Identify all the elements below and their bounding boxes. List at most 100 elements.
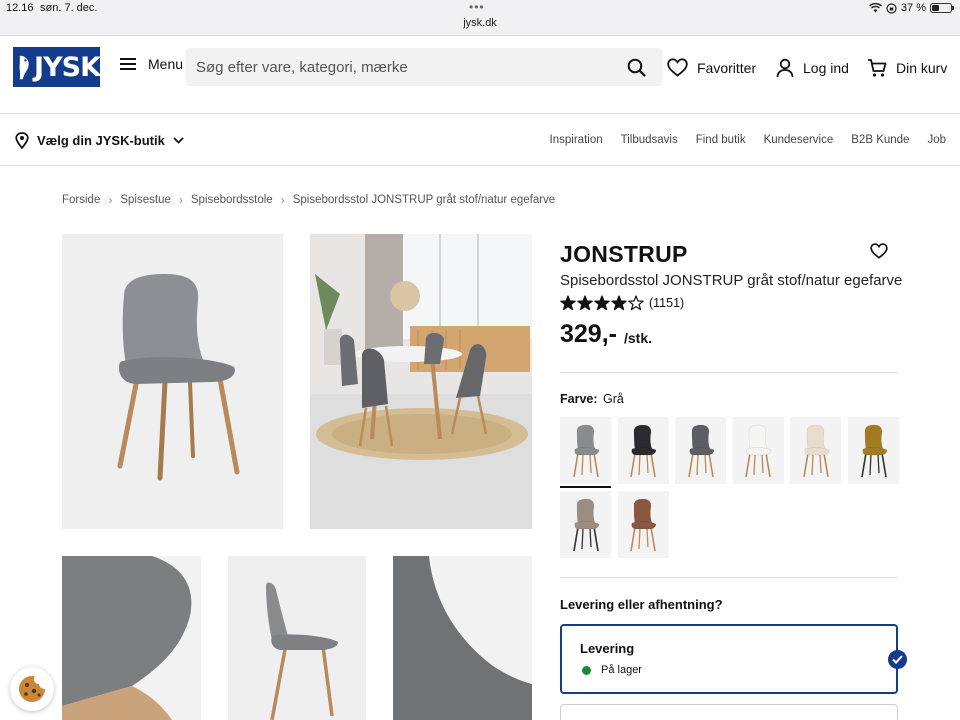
wifi-icon [869, 3, 882, 13]
chair-image [62, 234, 283, 529]
subnav-links: Inspiration Tilbudsavis Find butik Kunde… [550, 134, 946, 146]
product-image-side[interactable] [228, 556, 366, 720]
search-input[interactable] [196, 48, 616, 86]
location-pin-icon [15, 132, 29, 149]
battery-level [932, 5, 939, 11]
color-label: Farve: [560, 392, 598, 406]
color-swatch-taupe[interactable] [560, 491, 611, 558]
wishlist-heart-icon[interactable] [870, 243, 888, 259]
login-label: Log ind [803, 60, 849, 76]
stock-status-label: På lager [601, 664, 642, 676]
stock-status: På lager [582, 664, 642, 676]
user-icon [776, 58, 794, 78]
site-header: JYSK Menu Favoritter Log ind Din kurv [0, 36, 960, 114]
nav-link-b2b-kunde[interactable]: B2B Kunde [851, 134, 909, 146]
delivery-option-card[interactable]: Levering På lager [560, 624, 898, 694]
url-label[interactable]: jysk.dk [0, 17, 960, 29]
chevron-right-icon: › [178, 193, 183, 207]
chair-thumbnail [803, 424, 830, 477]
chair-thumbnail [687, 424, 714, 477]
delivery-question: Levering eller afhentning? [560, 597, 723, 612]
chair-thumbnail [572, 424, 599, 477]
divider [560, 577, 898, 578]
product-image-fabric-detail[interactable] [62, 556, 201, 720]
battery-percent: 37 % [900, 2, 926, 14]
status-indicators: 37 % [869, 2, 954, 14]
store-picker-label: Vælg din JYSK-butik [37, 133, 165, 148]
multitasking-dots-icon[interactable]: ••• [469, 0, 485, 14]
room-scene-image [310, 234, 532, 529]
orientation-lock-icon [886, 2, 897, 14]
status-time: 12.16 [6, 2, 34, 14]
color-selector-label: Farve: Grå [560, 392, 624, 406]
star-filled-icon [594, 295, 610, 311]
sub-navigation: Vælg din JYSK-butik Inspiration Tilbudsa… [0, 115, 960, 166]
color-swatch-creme[interactable] [790, 417, 842, 484]
search-bar[interactable] [186, 48, 662, 86]
product-image-room[interactable] [310, 234, 532, 529]
pickup-option-card[interactable] [560, 704, 898, 720]
chair-thumbnail [572, 498, 599, 551]
color-swatch-mørkegrå[interactable] [675, 417, 727, 484]
rating-stars [560, 295, 644, 311]
star-empty-icon [628, 295, 644, 311]
chair-thumbnail [745, 424, 772, 477]
checkmark-icon [888, 650, 907, 669]
chair-thumbnail [860, 424, 887, 477]
color-swatch-hvid[interactable] [732, 417, 784, 484]
chair-thumbnail [630, 424, 657, 477]
breadcrumb-item[interactable]: Spisebordsstole [191, 194, 273, 206]
nav-link-tilbudsavis[interactable]: Tilbudsavis [621, 134, 678, 146]
nav-link-kundeservice[interactable]: Kundeservice [764, 134, 834, 146]
status-bar: 12.16 søn. 7. dec. ••• jysk.dk 37 % [0, 0, 960, 36]
chevron-down-icon [173, 137, 184, 144]
star-filled-icon [560, 295, 576, 311]
cart-icon [868, 59, 887, 77]
breadcrumb-item[interactable]: Forside [62, 194, 100, 206]
breadcrumb-current[interactable]: Spisebordsstol JONSTRUP gråt stof/natur … [293, 194, 556, 206]
chair-side-image [228, 556, 366, 720]
product-price: 329,- [560, 320, 617, 348]
menu-label: Menu [148, 56, 184, 72]
favorites-link[interactable]: Favoritter [667, 58, 756, 77]
color-swatch-okker[interactable] [848, 417, 899, 484]
chair-thumbnail [630, 498, 657, 551]
cookie-icon [19, 676, 45, 702]
login-link[interactable]: Log ind [776, 58, 849, 78]
in-stock-dot-icon [582, 665, 591, 675]
favorites-label: Favoritter [697, 59, 757, 76]
search-icon[interactable] [627, 58, 646, 77]
color-swatch-grå[interactable] [560, 417, 611, 488]
star-filled-icon [577, 295, 593, 311]
breadcrumb-item[interactable]: Spisestue [120, 194, 171, 206]
hamburger-icon [120, 57, 136, 71]
product-rating[interactable]: (1151) [560, 295, 684, 311]
color-swatch-brun[interactable] [617, 491, 669, 558]
heart-icon [667, 58, 688, 77]
nav-link-inspiration[interactable]: Inspiration [550, 134, 603, 146]
cart-link[interactable]: Din kurv [867, 58, 947, 78]
battery-icon [930, 3, 954, 13]
jysk-logo[interactable]: JYSK [13, 47, 101, 87]
product-image-seat-detail[interactable] [393, 556, 532, 720]
nav-link-find-butik[interactable]: Find butik [696, 134, 746, 146]
product-image-main[interactable] [62, 234, 283, 529]
star-filled-icon [611, 295, 627, 311]
nav-link-job[interactable]: Job [927, 134, 946, 146]
delivery-option-title: Levering [580, 641, 635, 656]
divider [560, 372, 898, 373]
price-unit: /stk. [624, 330, 653, 346]
menu-button[interactable]: Menu [120, 56, 183, 72]
color-swatch-sort[interactable] [617, 417, 669, 484]
store-picker[interactable]: Vælg din JYSK-butik [15, 132, 184, 149]
chevron-right-icon: › [280, 193, 285, 207]
breadcrumb: Forside › Spisestue › Spisebordsstole › … [62, 193, 555, 207]
bird-logo-icon [19, 55, 29, 80]
color-value: Grå [603, 392, 624, 406]
chevron-right-icon: › [108, 193, 113, 207]
cart-label: Din kurv [896, 60, 948, 76]
review-count[interactable]: (1151) [649, 296, 684, 310]
cookie-settings-button[interactable] [10, 667, 54, 711]
fabric-detail-image [62, 556, 201, 720]
status-date: søn. 7. dec. [40, 2, 98, 14]
